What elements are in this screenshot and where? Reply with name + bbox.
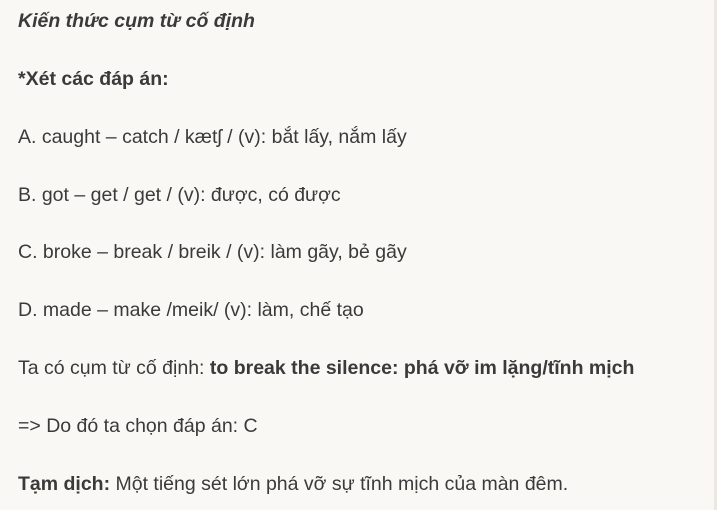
document-page: { "heading": "Kiến thức cụm từ cố định",…	[0, 0, 717, 510]
option-d: D. made – make /meik/ (v): làm, chế tạo	[18, 299, 364, 321]
fixed-phrase: to break the silence: phá vỡ im lặng/tĩn…	[209, 357, 635, 379]
section-heading: Kiến thức cụm từ cố định	[18, 10, 255, 32]
fixed-phrase-intro: Ta có cụm từ cố định:	[18, 357, 210, 379]
option-b: B. got – get / get / (v): được, có được	[18, 184, 341, 206]
options-heading: *Xét các đáp án:	[18, 68, 169, 90]
fixed-phrase-line: Ta có cụm từ cố định: to break the silen…	[18, 356, 634, 380]
translation-label: Tạm dịch:	[18, 473, 111, 495]
option-c: C. broke – break / breik / (v): làm gãy,…	[18, 241, 407, 263]
conclusion-line: => Do đó ta chọn đáp án: C	[18, 415, 258, 437]
translation-line: Tạm dịch: Một tiếng sét lớn phá vỡ sự tĩ…	[18, 472, 568, 496]
option-a: A. caught – catch / kætʃ / (v): bắt lấy,…	[18, 126, 407, 148]
translation-text: Một tiếng sét lớn phá vỡ sự tĩnh mịch củ…	[110, 473, 569, 495]
